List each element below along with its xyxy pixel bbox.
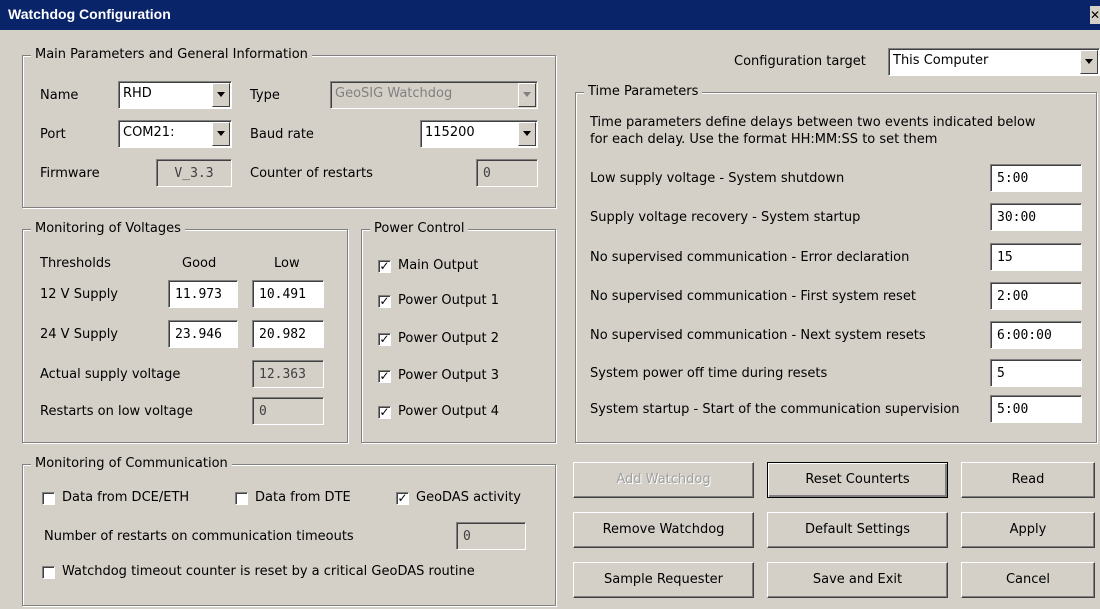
communication-legend: Monitoring of Communication bbox=[31, 456, 232, 471]
port-label: Port bbox=[40, 127, 66, 142]
main-output-label: Main Output bbox=[398, 258, 479, 273]
time-param-label: Supply voltage recovery - System startup bbox=[590, 210, 861, 225]
counter-of-restarts-field: 0 bbox=[476, 159, 538, 187]
port-select[interactable]: COM21: bbox=[118, 120, 232, 148]
chevron-down-icon[interactable] bbox=[1080, 50, 1098, 74]
dte-label: Data from DTE bbox=[255, 490, 351, 505]
type-select: GeoSIG Watchdog bbox=[330, 81, 538, 109]
reset-counters-button[interactable]: Reset Counterts bbox=[767, 462, 948, 498]
geodas-activity-label: GeoDAS activity bbox=[416, 490, 522, 505]
checkbox-box[interactable]: ✓ bbox=[378, 260, 391, 273]
dce-eth-label: Data from DCE/ETH bbox=[62, 490, 190, 505]
restarts-low-voltage-field: 0 bbox=[252, 397, 324, 425]
time-param-label: No supervised communication - Error decl… bbox=[590, 250, 910, 265]
default-settings-button[interactable]: Default Settings bbox=[767, 512, 948, 548]
comm-timeouts-label: Number of restarts on communication time… bbox=[44, 529, 354, 544]
restarts-low-voltage-label: Restarts on low voltage bbox=[40, 404, 193, 419]
save-exit-button[interactable]: Save and Exit bbox=[767, 562, 948, 598]
read-button[interactable]: Read bbox=[961, 462, 1095, 498]
good-column-label: Good bbox=[182, 256, 217, 271]
supply-12v-good-input[interactable]: 11.973 bbox=[168, 280, 238, 308]
baud-rate-select[interactable]: 115200 bbox=[420, 120, 538, 148]
chevron-down-icon bbox=[518, 83, 536, 107]
supply-24v-label: 24 V Supply bbox=[40, 327, 118, 342]
counter-of-restarts-label: Counter of restarts bbox=[250, 166, 373, 181]
actual-supply-voltage-label: Actual supply voltage bbox=[40, 367, 181, 382]
thresholds-label: Thresholds bbox=[40, 256, 111, 271]
main-parameters-legend: Main Parameters and General Information bbox=[31, 47, 312, 62]
comm-timeouts-field: 0 bbox=[456, 522, 526, 550]
chevron-down-icon[interactable] bbox=[212, 122, 230, 146]
time-param-input[interactable]: 30:00 bbox=[990, 203, 1082, 231]
voltages-legend: Monitoring of Voltages bbox=[31, 221, 185, 236]
type-label: Type bbox=[250, 88, 280, 103]
time-params-description-2: for each delay. Use the format HH:MM:SS … bbox=[590, 132, 938, 147]
time-param-input[interactable]: 5 bbox=[990, 359, 1082, 387]
chevron-down-icon[interactable] bbox=[518, 122, 536, 146]
time-param-label: No supervised communication - Next syste… bbox=[590, 328, 926, 343]
name-select-value: RHD bbox=[123, 86, 152, 101]
type-select-value: GeoSIG Watchdog bbox=[335, 86, 453, 101]
supply-12v-label: 12 V Supply bbox=[40, 287, 118, 302]
power-output-2-label: Power Output 2 bbox=[398, 331, 499, 346]
name-select[interactable]: RHD bbox=[118, 81, 232, 109]
time-param-label: No supervised communication - First syst… bbox=[590, 289, 916, 304]
time-param-label: Low supply voltage - System shutdown bbox=[590, 171, 845, 186]
config-target-select[interactable]: This Computer bbox=[888, 48, 1100, 76]
checkbox-box[interactable]: ✓ bbox=[378, 333, 391, 346]
remove-watchdog-button[interactable]: Remove Watchdog bbox=[573, 512, 754, 548]
power-control-legend: Power Control bbox=[370, 221, 469, 236]
low-column-label: Low bbox=[274, 256, 300, 271]
chevron-down-icon[interactable] bbox=[212, 83, 230, 107]
firmware-label: Firmware bbox=[40, 166, 100, 181]
config-target-value: This Computer bbox=[893, 53, 989, 68]
time-param-input[interactable]: 6:00:00 bbox=[990, 321, 1082, 349]
supply-12v-low-input[interactable]: 10.491 bbox=[252, 280, 324, 308]
time-parameters-legend: Time Parameters bbox=[584, 84, 703, 99]
checkbox-box[interactable] bbox=[42, 492, 55, 505]
power-output-4-label: Power Output 4 bbox=[398, 404, 499, 419]
baud-rate-label: Baud rate bbox=[250, 127, 314, 142]
supply-24v-low-input[interactable]: 20.982 bbox=[252, 320, 324, 348]
title-bar: Watchdog Configuration ✕ bbox=[0, 0, 1100, 30]
actual-supply-voltage-field: 12.363 bbox=[252, 360, 324, 388]
checkbox-box[interactable] bbox=[235, 492, 248, 505]
close-icon[interactable]: ✕ bbox=[1090, 6, 1100, 24]
add-watchdog-button[interactable]: Add Watchdog bbox=[573, 462, 754, 498]
firmware-field: V_3.3 bbox=[156, 159, 232, 187]
checkbox-box[interactable]: ✓ bbox=[378, 295, 391, 308]
power-output-1-label: Power Output 1 bbox=[398, 293, 499, 308]
time-param-input[interactable]: 2:00 bbox=[990, 282, 1082, 310]
window-title: Watchdog Configuration bbox=[8, 6, 171, 22]
time-params-description-1: Time parameters define delays between tw… bbox=[590, 115, 1036, 130]
time-param-input[interactable]: 15 bbox=[990, 243, 1082, 271]
time-param-label: System startup - Start of the communicat… bbox=[590, 402, 960, 417]
supply-24v-good-input[interactable]: 23.946 bbox=[168, 320, 238, 348]
port-select-value: COM21: bbox=[123, 125, 175, 140]
power-output-3-label: Power Output 3 bbox=[398, 368, 499, 383]
config-target-label: Configuration target bbox=[734, 54, 866, 69]
cancel-button[interactable]: Cancel bbox=[961, 562, 1095, 598]
critical-routine-label: Watchdog timeout counter is reset by a c… bbox=[62, 564, 475, 579]
name-label: Name bbox=[40, 88, 79, 103]
baud-rate-value: 115200 bbox=[425, 125, 475, 140]
checkbox-box[interactable]: ✓ bbox=[378, 406, 391, 419]
apply-button[interactable]: Apply bbox=[961, 512, 1095, 548]
checkbox-box[interactable]: ✓ bbox=[378, 370, 391, 383]
time-param-input[interactable]: 5:00 bbox=[990, 395, 1082, 423]
sample-requester-button[interactable]: Sample Requester bbox=[573, 562, 754, 598]
checkbox-box[interactable] bbox=[42, 566, 55, 579]
time-param-label: System power off time during resets bbox=[590, 366, 828, 381]
checkbox-box[interactable]: ✓ bbox=[396, 492, 409, 505]
time-param-input[interactable]: 5:00 bbox=[990, 164, 1082, 192]
